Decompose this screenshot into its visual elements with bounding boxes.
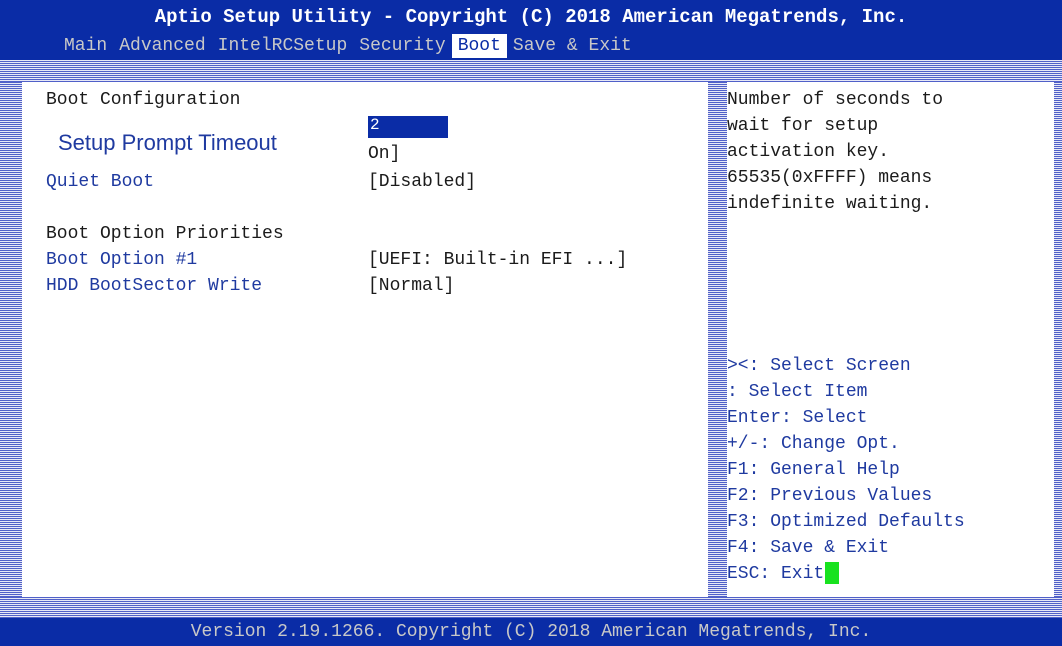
menu-main[interactable]: Main [58, 34, 113, 58]
key-save-exit: F4: Save & Exit [727, 538, 890, 558]
hdd-bootsector-write-value[interactable]: [Normal] [368, 274, 454, 298]
footer-version: Version 2.19.1266. Copyright (C) 2018 Am… [0, 618, 1062, 646]
hdd-bootsector-write-label[interactable]: HDD BootSector Write [46, 274, 262, 298]
key-previous-values: F2: Previous Values [727, 486, 933, 506]
quiet-boot-label[interactable]: Quiet Boot [46, 170, 154, 194]
help-line: activation key. [727, 142, 890, 162]
key-esc-exit-row: ESC: Exit [727, 562, 840, 586]
key-select-screen: ><: Select Screen [727, 356, 911, 376]
menu-boot[interactable]: Boot [451, 34, 507, 58]
help-panel: Number of seconds to wait for setup acti… [727, 82, 1054, 597]
section-boot-option-priorities: Boot Option Priorities [46, 224, 284, 244]
boot-option-1-label[interactable]: Boot Option #1 [46, 248, 197, 272]
quiet-boot-value[interactable]: [Disabled] [368, 170, 476, 194]
help-line: 65535(0xFFFF) means [727, 168, 933, 188]
key-change-opt: +/-: Change Opt. [727, 434, 900, 454]
setup-prompt-timeout-input[interactable]: 2 [368, 116, 448, 138]
top-separator [0, 60, 1062, 82]
key-enter-select: Enter: Select [727, 408, 868, 428]
settings-panel: Boot Configuration Setup Prompt Timeout … [22, 82, 708, 597]
title-text: Aptio Setup Utility - Copyright (C) 2018… [154, 6, 908, 28]
text-cursor [825, 562, 840, 584]
panel-divider [708, 82, 727, 597]
right-border [1054, 82, 1062, 597]
section-boot-configuration: Boot Configuration [46, 90, 241, 110]
menu-security[interactable]: Security [353, 34, 451, 58]
help-line: wait for setup [727, 116, 879, 136]
menu-bar: Main Advanced IntelRCSetup Security Boot… [58, 34, 638, 58]
key-select-item: : Select Item [727, 382, 868, 402]
help-line: indefinite waiting. [727, 194, 933, 214]
key-esc-exit: ESC: Exit [727, 564, 825, 584]
setup-prompt-timeout-suffix: On] [368, 144, 401, 164]
boot-option-1-value[interactable]: [UEFI: Built-in EFI ...] [368, 248, 627, 272]
title-bar: Aptio Setup Utility - Copyright (C) 2018… [0, 0, 1062, 60]
menu-intelrcsetup[interactable]: IntelRCSetup [212, 34, 354, 58]
bottom-separator [0, 597, 1062, 618]
key-optimized-defaults: F3: Optimized Defaults [727, 512, 965, 532]
help-line: Number of seconds to [727, 90, 944, 110]
left-border [0, 82, 22, 597]
key-general-help: F1: General Help [727, 460, 900, 480]
setup-prompt-timeout-label[interactable]: Setup Prompt Timeout [58, 130, 277, 156]
menu-save-exit[interactable]: Save & Exit [507, 34, 638, 58]
menu-advanced[interactable]: Advanced [113, 34, 211, 58]
